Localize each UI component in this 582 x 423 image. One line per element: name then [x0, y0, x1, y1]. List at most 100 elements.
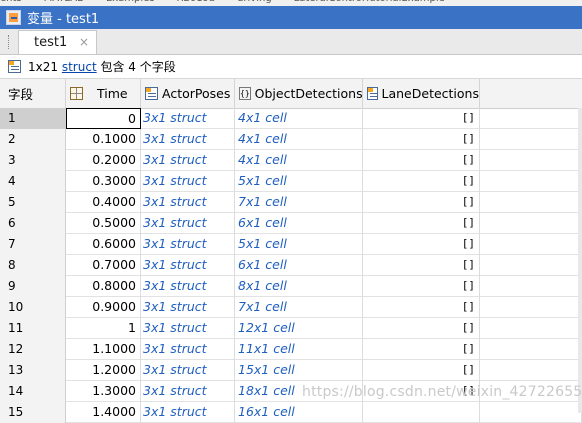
lanedetections-cell[interactable]: [] [363, 276, 480, 297]
objectdetections-cell[interactable]: 7x1 cell [235, 192, 363, 213]
empty-cell[interactable] [480, 255, 582, 276]
empty-cell[interactable] [480, 360, 582, 381]
row-index[interactable]: 5 [0, 192, 66, 213]
lanedetections-cell[interactable]: [] [363, 234, 480, 255]
empty-cell[interactable] [480, 339, 582, 360]
actorposes-cell[interactable]: 3x1 struct [141, 360, 235, 381]
column-header-empty [480, 79, 582, 108]
objectdetections-cell[interactable]: 4x1 cell [235, 150, 363, 171]
empty-cell[interactable] [480, 318, 582, 339]
row-index[interactable]: 14 [0, 381, 66, 402]
actorposes-cell[interactable]: 3x1 struct [141, 318, 235, 339]
row-index[interactable]: 4 [0, 171, 66, 192]
time-cell[interactable]: 1 [66, 318, 141, 339]
row-index[interactable]: 7 [0, 234, 66, 255]
struct-link[interactable]: struct [62, 60, 97, 74]
actorposes-cell[interactable]: 3x1 struct [141, 192, 235, 213]
objectdetections-cell[interactable]: 15x1 cell [235, 360, 363, 381]
lanedetections-cell[interactable]: [] [363, 213, 480, 234]
empty-cell[interactable] [480, 192, 582, 213]
variable-info-bar: 1x21 struct 包含 4 个字段 [0, 55, 582, 79]
actorposes-cell[interactable]: 3x1 struct [141, 381, 235, 402]
close-icon[interactable]: × [79, 35, 89, 49]
time-cell[interactable]: 0.2000 [66, 150, 141, 171]
empty-cell[interactable] [480, 213, 582, 234]
time-cell[interactable]: 0.5000 [66, 213, 141, 234]
objectdetections-cell[interactable]: 7x1 cell [235, 297, 363, 318]
empty-cell[interactable] [480, 129, 582, 150]
time-cell[interactable]: 0.7000 [66, 255, 141, 276]
actorposes-cell[interactable]: 3x1 struct [141, 339, 235, 360]
lanedetections-cell[interactable]: [] [363, 360, 480, 381]
row-index[interactable]: 8 [0, 255, 66, 276]
empty-cell[interactable] [480, 171, 582, 192]
time-cell[interactable]: 0.6000 [66, 234, 141, 255]
objectdetections-cell[interactable]: 6x1 cell [235, 255, 363, 276]
lanedetections-cell[interactable]: [] [363, 108, 480, 129]
table-row: 7 0.6000 3x1 struct 5x1 cell[] [0, 234, 582, 255]
actorposes-cell[interactable]: 3x1 struct [141, 171, 235, 192]
time-cell[interactable]: 0.3000 [66, 171, 141, 192]
empty-cell[interactable] [480, 108, 582, 129]
actorposes-cell[interactable]: 3x1 struct [141, 234, 235, 255]
row-index[interactable]: 6 [0, 213, 66, 234]
objectdetections-cell[interactable]: 12x1 cell [235, 318, 363, 339]
time-cell[interactable]: 0.9000 [66, 297, 141, 318]
actorposes-cell[interactable]: 3x1 struct [141, 276, 235, 297]
row-index[interactable]: 13 [0, 360, 66, 381]
time-cell[interactable]: 0.4000 [66, 192, 141, 213]
actorposes-cell[interactable]: 3x1 struct [141, 108, 235, 129]
column-header-field[interactable]: 字段 [0, 79, 66, 108]
row-index[interactable]: 9 [0, 276, 66, 297]
lanedetections-cell[interactable]: [] [363, 129, 480, 150]
lanedetections-cell[interactable]: [] [363, 318, 480, 339]
actorposes-cell[interactable]: 3x1 struct [141, 150, 235, 171]
time-cell[interactable]: 0 [66, 108, 141, 129]
row-index[interactable]: 2 [0, 129, 66, 150]
actorposes-cell[interactable]: 3x1 struct [141, 129, 235, 150]
actorposes-cell[interactable]: 3x1 struct [141, 213, 235, 234]
window-title-bar[interactable]: 变量 - test1 [0, 6, 582, 29]
lanedetections-cell[interactable]: [] [363, 192, 480, 213]
empty-cell[interactable] [480, 297, 582, 318]
column-header-time[interactable]: Time [66, 79, 141, 108]
column-header-actorposes[interactable]: ActorPoses [141, 79, 235, 108]
table-header: 字段 Time ActorPoses {} ObjectDetections L… [0, 79, 582, 109]
time-cell[interactable]: 1.3000 [66, 381, 141, 402]
tab-grip-handle[interactable] [8, 35, 11, 49]
empty-cell[interactable] [480, 234, 582, 255]
objectdetections-cell[interactable]: 5x1 cell [235, 171, 363, 192]
actorposes-cell[interactable]: 3x1 struct [141, 255, 235, 276]
column-header-lanedetections[interactable]: LaneDetections [363, 79, 480, 108]
lanedetections-cell[interactable]: [] [363, 255, 480, 276]
row-index[interactable]: 12 [0, 339, 66, 360]
tab-test1[interactable]: test1 × [18, 30, 97, 54]
empty-cell[interactable] [480, 150, 582, 171]
background-window-text: MATLAB [44, 0, 84, 4]
time-cell[interactable]: 0.8000 [66, 276, 141, 297]
lanedetections-cell[interactable]: [] [363, 297, 480, 318]
actorposes-cell[interactable]: 3x1 struct [141, 297, 235, 318]
objectdetections-cell[interactable]: 6x1 cell [235, 213, 363, 234]
row-index[interactable]: 3 [0, 150, 66, 171]
vertical-scrollbar[interactable] [578, 108, 582, 413]
empty-cell[interactable] [480, 276, 582, 297]
background-window-text: R2019a [177, 0, 216, 4]
objectdetections-cell[interactable]: 4x1 cell [235, 129, 363, 150]
objectdetections-cell[interactable]: 4x1 cell [235, 108, 363, 129]
row-index[interactable]: 11 [0, 318, 66, 339]
objectdetections-cell[interactable]: 8x1 cell [235, 276, 363, 297]
row-index[interactable]: 10 [0, 297, 66, 318]
time-cell[interactable]: 0.1000 [66, 129, 141, 150]
table-row: 5 0.4000 3x1 struct 7x1 cell[] [0, 192, 582, 213]
watermark: https://blog.csdn.net/weixin_42722655 [302, 384, 582, 400]
column-header-objectdetections[interactable]: {} ObjectDetections [235, 79, 363, 108]
row-index[interactable]: 1 [0, 108, 66, 129]
lanedetections-cell[interactable]: [] [363, 171, 480, 192]
objectdetections-cell[interactable]: 11x1 cell [235, 339, 363, 360]
time-cell[interactable]: 1.1000 [66, 339, 141, 360]
objectdetections-cell[interactable]: 5x1 cell [235, 234, 363, 255]
lanedetections-cell[interactable]: [] [363, 150, 480, 171]
lanedetections-cell[interactable]: [] [363, 339, 480, 360]
time-cell[interactable]: 1.2000 [66, 360, 141, 381]
